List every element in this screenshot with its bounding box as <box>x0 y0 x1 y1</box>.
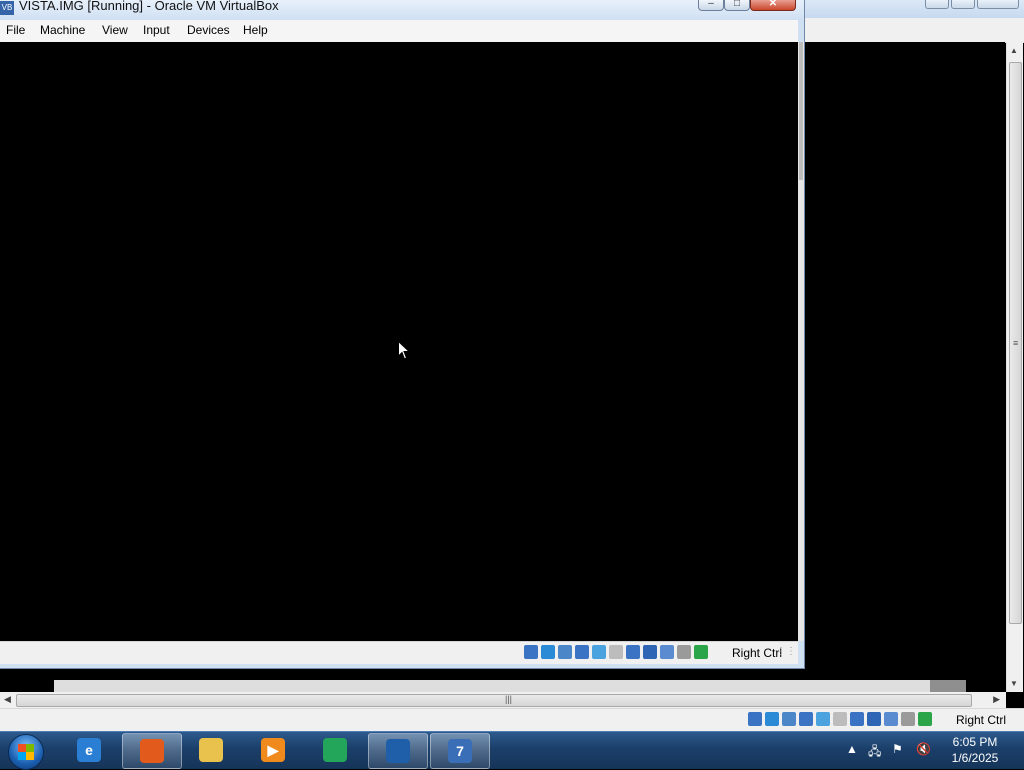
menu-devices[interactable]: Devices <box>187 23 230 37</box>
inner-vertical-scroll-thumb[interactable] <box>799 42 803 180</box>
file-explorer-icon <box>199 738 223 762</box>
optical-drive-icon[interactable] <box>765 712 779 726</box>
taskbar: e ▶ 7 ▲ 🖧 ⚑ 🔇 6:05 PM 1/6/2025 <box>0 731 1024 770</box>
taskbar-media-player-button[interactable]: ▶ <box>244 733 302 767</box>
virtualbox-window: VB VISTA.IMG [Running] - Oracle VM Virtu… <box>0 0 805 669</box>
action-center-flag-icon[interactable]: ⚑ <box>892 742 903 756</box>
status-bar: Right Ctrl ⋮⋮ <box>0 641 798 664</box>
taskbar-internet-explorer-button[interactable]: e <box>60 733 118 767</box>
shared-folder-icon[interactable] <box>833 712 847 726</box>
resize-grip-icon[interactable]: ⋮⋮ <box>776 646 796 657</box>
video-capture-icon[interactable] <box>867 712 881 726</box>
network-tray-icon[interactable]: 🖧 <box>868 742 881 763</box>
mouse-integration-icon[interactable] <box>901 712 915 726</box>
firefox-icon <box>140 739 164 763</box>
guest-scroll-thumb[interactable] <box>930 680 966 692</box>
virtualbox-icon <box>386 739 410 763</box>
network-icon[interactable] <box>575 645 589 659</box>
video-capture-icon[interactable] <box>643 645 657 659</box>
outer-vertical-scrollbar[interactable]: ▲ ≡ ▼ <box>1006 42 1023 692</box>
host-key-arrow-icon[interactable] <box>694 645 708 659</box>
grip-icon: ≡ <box>1013 338 1019 348</box>
media-player-icon: ▶ <box>261 738 285 762</box>
show-hidden-icons-arrow-icon[interactable]: ▲ <box>846 742 858 756</box>
guest-horizontal-scrollbar[interactable] <box>54 680 966 692</box>
scroll-down-arrow-icon[interactable]: ▼ <box>1010 679 1018 688</box>
outer-close-button[interactable] <box>977 0 1019 9</box>
volume-muted-icon[interactable]: 🔇 <box>916 742 931 756</box>
virtualbox-app-icon: VB <box>0 1 14 15</box>
taskbar-firefox-button[interactable] <box>122 733 182 769</box>
outer-maximize-button[interactable] <box>951 0 975 9</box>
menu-input[interactable]: Input <box>143 23 170 37</box>
inner-vertical-scrollbar[interactable] <box>798 42 804 641</box>
scroll-left-arrow-icon[interactable]: ◀ <box>4 694 11 705</box>
clock-date: 1/6/2025 <box>951 751 999 765</box>
minimize-button[interactable]: – <box>698 0 724 11</box>
menu-bar: File Machine View Input Devices Help <box>0 20 798 43</box>
host-key-label: Right Ctrl <box>732 646 783 660</box>
close-button[interactable]: ✕ <box>750 0 796 11</box>
clock-time: 6:05 PM <box>952 735 998 749</box>
taskbar-file-explorer-button[interactable] <box>182 733 240 767</box>
outer-minimize-button[interactable] <box>925 0 949 9</box>
outer-status-bar: Right Ctrl <box>0 708 1024 732</box>
outer-window-titlebar <box>805 0 1024 18</box>
window-titlebar[interactable]: VB VISTA.IMG [Running] - Oracle VM Virtu… <box>0 0 804 20</box>
usb-icon[interactable] <box>592 645 606 659</box>
audio-icon[interactable] <box>558 645 572 659</box>
windows-flag-icon <box>18 744 34 760</box>
guest-scroll-track[interactable] <box>54 680 966 692</box>
outer-horizontal-scrollbar[interactable]: ◀ ||| ▶ <box>0 692 1006 708</box>
outer-vertical-scroll-thumb[interactable]: ≡ <box>1009 62 1022 624</box>
vm-window-icon: 7 <box>448 739 472 763</box>
taskbar-virtualbox-button[interactable] <box>368 733 428 769</box>
window-title: VISTA.IMG [Running] - Oracle VM VirtualB… <box>19 0 279 13</box>
mouse-pointer-icon <box>398 341 410 360</box>
outer-horizontal-scroll-thumb[interactable]: ||| <box>16 694 972 707</box>
grip-icon: ||| <box>505 694 513 704</box>
optical-drive-icon[interactable] <box>541 645 555 659</box>
usb-icon[interactable] <box>816 712 830 726</box>
taskbar-vm-window-button[interactable]: 7 <box>430 733 490 769</box>
audio-icon[interactable] <box>782 712 796 726</box>
menu-file[interactable]: File <box>6 23 25 37</box>
display-icon[interactable] <box>626 645 640 659</box>
hard-disk-icon[interactable] <box>524 645 538 659</box>
internet-explorer-icon: e <box>77 738 101 762</box>
menu-help[interactable]: Help <box>243 23 268 37</box>
start-button[interactable] <box>8 734 44 770</box>
virtualization-icon[interactable] <box>884 712 898 726</box>
outer-window-menubar <box>805 18 1024 43</box>
shared-folder-icon[interactable] <box>609 645 623 659</box>
virtualization-icon[interactable] <box>660 645 674 659</box>
display-icon[interactable] <box>850 712 864 726</box>
network-icon[interactable] <box>799 712 813 726</box>
menu-view[interactable]: View <box>102 23 128 37</box>
scroll-right-arrow-icon[interactable]: ▶ <box>993 694 1000 705</box>
scroll-up-arrow-icon[interactable]: ▲ <box>1010 46 1018 55</box>
system-clock[interactable]: 6:05 PM 1/6/2025 <box>940 734 1010 766</box>
menu-machine[interactable]: Machine <box>40 23 85 37</box>
maximize-button[interactable]: □ <box>724 0 750 11</box>
taskbar-green-app-button[interactable] <box>306 733 364 767</box>
mouse-integration-icon[interactable] <box>677 645 691 659</box>
green-app-icon <box>323 738 347 762</box>
outer-host-key-label: Right Ctrl <box>956 713 1007 727</box>
host-key-arrow-icon[interactable] <box>918 712 932 726</box>
outer-vm-screen[interactable] <box>805 42 1005 682</box>
hard-disk-icon[interactable] <box>748 712 762 726</box>
